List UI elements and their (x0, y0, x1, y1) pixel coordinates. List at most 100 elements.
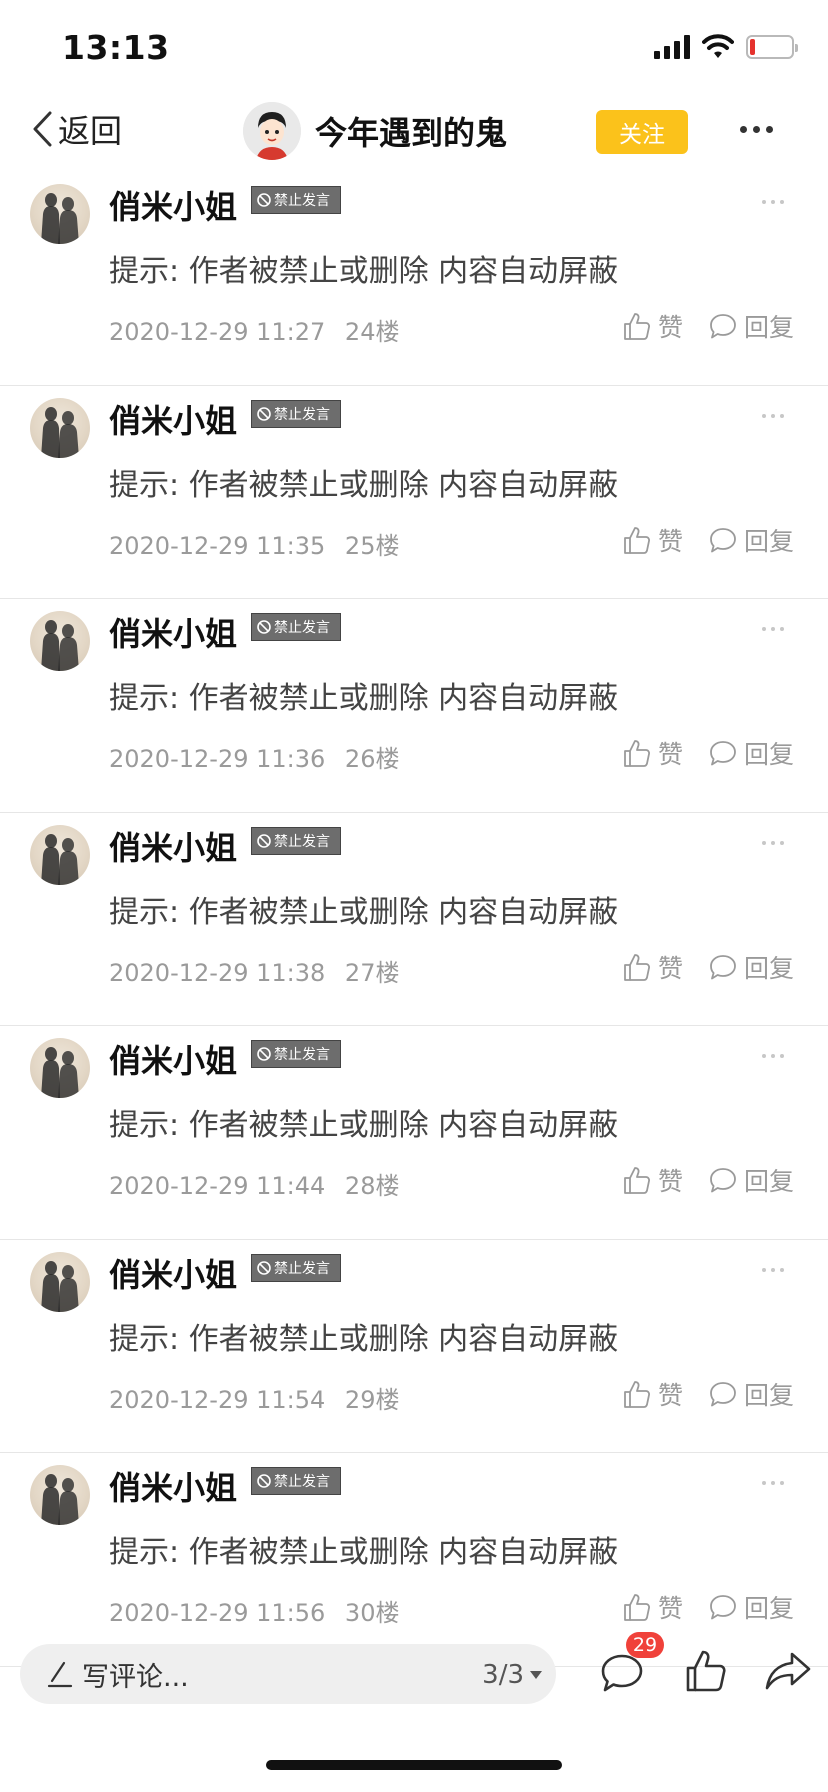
post-datetime: 2020-12-29 11:54 (109, 1385, 326, 1414)
comment-placeholder: 写评论... (82, 1661, 189, 1693)
like-label: 赞 (658, 1594, 684, 1623)
reply-button[interactable]: 回复 (708, 1162, 794, 1198)
comment-bubble-icon[interactable] (600, 1652, 644, 1694)
nav-bar: 返回 今年遇到的鬼 关注 (0, 96, 828, 172)
thumbs-up-icon[interactable] (684, 1648, 728, 1694)
user-avatar[interactable] (30, 1465, 90, 1525)
username[interactable]: 俏米小姐 (109, 1036, 237, 1082)
ban-badge: 禁止发言 (251, 1040, 341, 1068)
post-item: 俏米小姐 禁止发言 提示: 作者被禁止或删除 内容自动屏蔽 2020-12-29… (0, 1240, 828, 1453)
more-icon[interactable] (740, 126, 776, 138)
reply-label: 回复 (744, 526, 795, 556)
like-button[interactable]: 赞 (622, 1162, 683, 1198)
user-avatar[interactable] (30, 1038, 90, 1098)
comment-bubble-icon (710, 314, 736, 339)
user-avatar[interactable] (30, 1251, 90, 1312)
post-content: 提示: 作者被禁止或删除 内容自动屏蔽 (109, 681, 619, 716)
ban-icon (257, 1474, 271, 1488)
comment-bubble-icon (710, 527, 736, 552)
post-content: 提示: 作者被禁止或删除 内容自动屏蔽 (109, 254, 619, 289)
ban-badge-label: 禁止发言 (274, 833, 330, 850)
username[interactable]: 俏米小姐 (109, 1250, 237, 1296)
thumbs-up-icon (624, 1594, 650, 1621)
comment-count-badge: 29 (626, 1632, 664, 1658)
reply-button[interactable]: 回复 (708, 949, 794, 985)
comment-bubble-icon (710, 1595, 736, 1620)
reply-button[interactable]: 回复 (708, 308, 794, 344)
username[interactable]: 俏米小姐 (109, 396, 237, 442)
username[interactable]: 俏米小姐 (109, 823, 237, 869)
post-more-icon[interactable] (762, 1054, 784, 1058)
like-button[interactable]: 赞 (622, 308, 683, 344)
post-meta: 2020-12-29 11:36 26楼 (109, 739, 399, 774)
post-more-icon[interactable] (762, 200, 784, 204)
post-datetime: 2020-12-29 11:36 (109, 745, 326, 773)
thumbs-up-icon (624, 953, 650, 981)
reply-button[interactable]: 回复 (708, 522, 794, 558)
post-floor: 25楼 (344, 531, 400, 560)
post-content: 提示: 作者被禁止或删除 内容自动屏蔽 (109, 1321, 619, 1357)
ban-icon (257, 1047, 271, 1061)
post-meta: 2020-12-29 11:54 29楼 (109, 1380, 399, 1415)
post-more-icon[interactable] (762, 1267, 784, 1272)
post-more-icon[interactable] (762, 840, 784, 845)
reply-label: 回复 (744, 740, 795, 769)
post-meta: 2020-12-29 11:27 24楼 (109, 312, 399, 347)
user-avatar[interactable] (30, 184, 90, 244)
reply-label: 回复 (744, 313, 795, 342)
reply-button[interactable]: 回复 (708, 1376, 794, 1412)
like-button[interactable]: 赞 (622, 1589, 683, 1625)
like-button[interactable]: 赞 (622, 522, 683, 558)
comment-bubble-icon (710, 1168, 736, 1193)
post-datetime: 2020-12-29 11:38 (109, 958, 326, 987)
share-arrow-icon[interactable] (764, 1650, 812, 1692)
post-meta: 2020-12-29 11:56 30楼 (109, 1593, 399, 1628)
like-button[interactable]: 赞 (622, 949, 683, 985)
ban-badge: 禁止发言 (251, 1467, 341, 1495)
screen: 13:13 返回 今年遇到的鬼 关注 俏米小姐 禁止发言 提示: 作者被禁止或删… (0, 0, 828, 1792)
post-more-icon[interactable] (762, 413, 784, 418)
home-indicator (266, 1760, 562, 1770)
comment-bubble-icon (710, 954, 736, 979)
follow-button[interactable]: 关注 (596, 110, 688, 154)
post-item: 俏米小姐 禁止发言 提示: 作者被禁止或删除 内容自动屏蔽 2020-12-29… (0, 172, 828, 386)
post-meta: 2020-12-29 11:38 27楼 (109, 953, 399, 988)
post-datetime: 2020-12-29 11:27 (109, 318, 326, 346)
ban-badge-label: 禁止发言 (274, 1474, 330, 1490)
post-floor: 27楼 (344, 958, 400, 987)
comment-input[interactable]: 写评论... 3/3 (20, 1644, 556, 1704)
reply-label: 回复 (744, 1380, 795, 1410)
post-content: 提示: 作者被禁止或删除 内容自动屏蔽 (109, 1535, 619, 1570)
post-more-icon[interactable] (762, 627, 784, 631)
thread-header[interactable]: 今年遇到的鬼 (243, 102, 507, 160)
page-indicator-text: 3/3 (482, 1660, 524, 1690)
ban-badge: 禁止发言 (251, 826, 341, 855)
reply-label: 回复 (744, 953, 795, 983)
post-more-icon[interactable] (762, 1481, 784, 1485)
user-avatar[interactable] (30, 397, 90, 458)
username[interactable]: 俏米小姐 (109, 182, 237, 228)
post-floor: 30楼 (344, 1599, 400, 1627)
thumbs-up-icon (624, 526, 650, 554)
like-label: 赞 (658, 526, 684, 556)
reply-button[interactable]: 回复 (708, 1589, 794, 1625)
like-button[interactable]: 赞 (622, 1376, 683, 1412)
reply-button[interactable]: 回复 (708, 735, 794, 771)
username[interactable]: 俏米小姐 (109, 609, 237, 655)
ban-badge-label: 禁止发言 (274, 193, 330, 209)
page-selector[interactable]: 3/3 (482, 1660, 542, 1690)
ban-icon (257, 620, 271, 634)
dropdown-triangle-icon (530, 1671, 542, 1679)
back-label: 返回 (58, 112, 123, 150)
battery-icon (746, 35, 798, 59)
back-button[interactable]: 返回 (30, 106, 122, 152)
ban-badge: 禁止发言 (251, 1253, 341, 1282)
ban-badge-label: 禁止发言 (274, 406, 330, 423)
username[interactable]: 俏米小姐 (109, 1463, 237, 1509)
ban-badge: 禁止发言 (251, 186, 341, 214)
like-button[interactable]: 赞 (622, 735, 683, 771)
thread-title: 今年遇到的鬼 (315, 114, 508, 152)
ban-icon (257, 833, 271, 848)
user-avatar[interactable] (30, 611, 90, 671)
user-avatar[interactable] (30, 824, 90, 885)
